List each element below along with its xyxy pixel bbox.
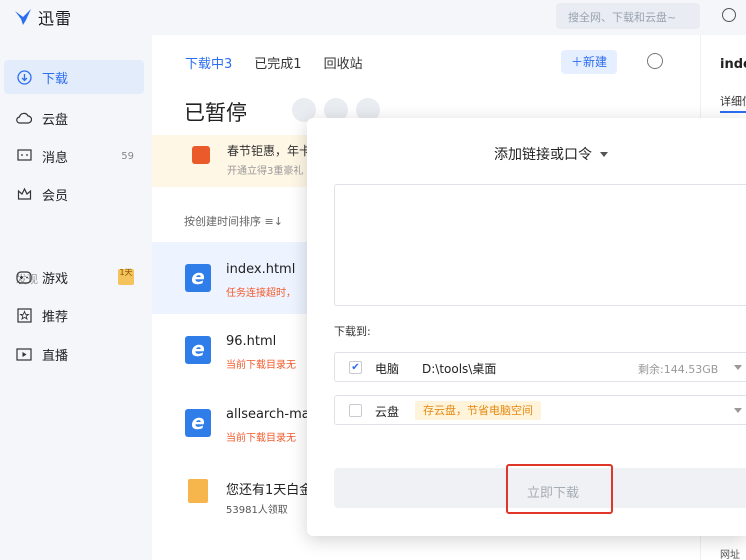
new-task-button[interactable]: ＋新建 xyxy=(561,50,617,74)
sidebar-item-messages[interactable]: 消息 59 xyxy=(4,139,144,173)
dialog-title-dropdown[interactable]: 添加链接或口令 xyxy=(494,144,608,164)
sidebar-item-label: 直播 xyxy=(42,348,69,364)
file-name: allsearch-ma xyxy=(226,407,310,422)
promo-item-title: 您还有1天白金 xyxy=(226,483,313,498)
tab-recycle-bin[interactable]: 回收站 xyxy=(324,53,363,72)
live-icon xyxy=(16,346,32,362)
tab-downloading[interactable]: 下载中3 xyxy=(185,53,232,72)
sidebar-item-label: 会员 xyxy=(42,188,69,204)
search-input[interactable]: 搜全网、下载和云盘~ xyxy=(556,3,700,29)
app-logo[interactable]: 迅雷 xyxy=(14,5,72,29)
promo-title: 春节钜惠，年卡 xyxy=(227,144,312,158)
promo-subtitle: 开通立得3重豪礼 xyxy=(227,166,304,177)
crown-icon xyxy=(16,186,32,202)
gift-box-icon xyxy=(192,146,210,164)
save-path: D:\tools\桌面 xyxy=(422,362,497,376)
sidebar: 下载 云盘 消息 59 会员 发现 游戏 1天 推荐 直播 xyxy=(0,35,152,560)
free-space: 剩余:144.53GB xyxy=(638,363,719,376)
chevron-down-icon[interactable] xyxy=(734,365,742,370)
sort-selector[interactable]: 按创建时间排序 ≡↓ xyxy=(184,213,283,229)
add-link-dialog: 添加链接或口令 下载到: ✔ 电脑 D:\tools\桌面 剩余:144.53G… xyxy=(307,118,746,536)
details-url-label: 网址 xyxy=(720,550,740,560)
sidebar-item-membership[interactable]: 会员 xyxy=(4,177,144,211)
download-tabs: 下载中3 已完成1 回收站 xyxy=(185,53,363,72)
html-file-icon: e xyxy=(185,264,211,292)
html-file-icon: e xyxy=(185,336,211,364)
file-status: 任务连接超时， xyxy=(226,288,296,299)
save-to-pc-row[interactable]: ✔ 电脑 D:\tools\桌面 剩余:144.53GB xyxy=(334,352,746,382)
file-status: 当前下载目录无 xyxy=(226,433,296,444)
tab-completed[interactable]: 已完成1 xyxy=(254,53,301,72)
vip-card-icon xyxy=(188,479,208,503)
highlight-box xyxy=(506,464,613,514)
dialog-title: 添加链接或口令 xyxy=(494,147,592,163)
history-icon[interactable] xyxy=(647,53,663,69)
games-promo-badge: 1天 xyxy=(118,269,134,285)
sidebar-item-cloud[interactable]: 云盘 xyxy=(4,101,144,135)
message-icon xyxy=(16,148,32,164)
app-name: 迅雷 xyxy=(38,9,73,28)
sidebar-item-live[interactable]: 直播 xyxy=(4,337,144,371)
star-icon xyxy=(16,307,32,323)
cloud-tip: 存云盘，节省电脑空间 xyxy=(415,401,541,420)
gamepad-icon xyxy=(16,269,32,285)
file-name: index.html xyxy=(226,262,296,277)
sidebar-item-label: 云盘 xyxy=(42,112,69,128)
sidebar-item-label: 推荐 xyxy=(42,309,69,325)
paused-status-heading: 已暂停 xyxy=(184,101,247,125)
message-count-badge: 59 xyxy=(121,150,134,162)
caret-down-icon xyxy=(600,151,608,157)
pc-checkbox[interactable]: ✔ xyxy=(349,361,362,374)
cloud-label: 云盘 xyxy=(375,405,400,419)
sidebar-item-label: 游戏 xyxy=(42,271,69,287)
title-bar: 迅雷 搜全网、下载和云盘~ xyxy=(0,0,746,35)
save-to-label: 下载到: xyxy=(334,325,371,338)
file-name: 96.html xyxy=(226,334,277,349)
link-input-area[interactable] xyxy=(334,184,746,306)
xunlei-bird-icon xyxy=(15,9,31,25)
download-icon xyxy=(16,69,32,85)
promo-item-sub: 53981人领取 xyxy=(226,505,288,516)
pc-label: 电脑 xyxy=(375,362,400,376)
cloud-checkbox[interactable] xyxy=(349,404,362,417)
html-file-icon: e xyxy=(185,409,211,437)
sidebar-item-label: 消息 xyxy=(42,150,69,166)
tab-details[interactable]: 详细信息 xyxy=(720,93,746,113)
save-to-cloud-row[interactable]: 云盘 存云盘，节省电脑空间 xyxy=(334,395,746,425)
file-status: 当前下载目录无 xyxy=(226,360,296,371)
sidebar-item-label: 下载 xyxy=(42,71,69,87)
sidebar-item-download[interactable]: 下载 xyxy=(4,60,144,94)
sidebar-item-recommend[interactable]: 推荐 xyxy=(4,298,144,332)
sidebar-item-games[interactable]: 游戏 1天 xyxy=(4,260,144,294)
search-icon[interactable] xyxy=(722,8,736,22)
chevron-down-icon[interactable] xyxy=(734,408,742,413)
cloud-icon xyxy=(16,110,32,126)
details-title: inde xyxy=(720,57,746,72)
